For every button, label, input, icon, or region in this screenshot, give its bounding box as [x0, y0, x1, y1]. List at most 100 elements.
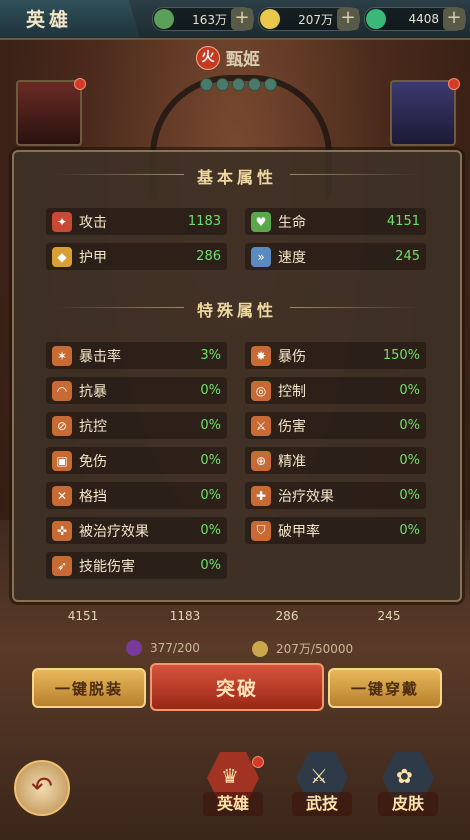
resource-gem: 163万 + — [152, 7, 254, 31]
stat-label: 精准 — [278, 453, 306, 470]
stat-label: 暴伤 — [278, 348, 306, 365]
stat-label: 格挡 — [79, 488, 107, 505]
cost-coin-value: 207万/50000 — [276, 642, 354, 656]
spiral-icon: ◎ — [251, 380, 271, 401]
stat-block: ✕ 格挡 0% — [46, 482, 227, 509]
stat-label: 治疗效果 — [278, 488, 334, 505]
bell-icon: ▣ — [52, 450, 72, 471]
stat-label: 暴击率 — [79, 348, 121, 365]
stat-skill-damage: ➶ 技能伤害 0% — [46, 552, 227, 579]
stat-hp: ♥ 生命 4151 — [245, 208, 426, 235]
ring-icon: ⊘ — [52, 415, 72, 436]
boot-icon: » — [251, 246, 271, 267]
stat-label: 技能伤害 — [79, 558, 135, 575]
stat-value: 0% — [200, 558, 221, 573]
tab-skins[interactable]: ✿ 皮肤 — [378, 752, 438, 822]
stat-damage-reduction: ▣ 免伤 0% — [46, 447, 227, 474]
stat-summary-strip: 4151 1183 286 245 — [32, 602, 440, 630]
tab-skins-label: 皮肤 — [378, 792, 438, 816]
shield-icon: ◆ — [52, 246, 72, 267]
stat-value: 0% — [200, 418, 221, 433]
unequip-all-button[interactable]: 一键脱装 — [32, 668, 146, 708]
stat-value: 0% — [399, 383, 420, 398]
add-gem-button[interactable]: + — [231, 8, 253, 30]
stat-value: 0% — [399, 418, 420, 433]
star-icon — [216, 78, 229, 91]
notification-dot — [448, 78, 460, 90]
summary-attack: 1183 — [169, 609, 201, 623]
stat-control-resist: ⊘ 抗控 0% — [46, 412, 227, 439]
stat-label: 生命 — [278, 214, 306, 231]
plus-icon: ✚ — [251, 485, 271, 506]
target-icon: ⊕ — [251, 450, 271, 471]
block-icon: ✕ — [52, 485, 72, 506]
helmet-icon: ♛ — [221, 764, 239, 788]
add-coin-button[interactable]: + — [337, 8, 359, 30]
tab-martial-skills[interactable]: ⚔ 武技 — [292, 752, 352, 822]
potion-icon: ♥ — [251, 211, 271, 232]
orb-icon — [126, 640, 142, 656]
stat-value: 0% — [200, 383, 221, 398]
coin-icon — [252, 640, 268, 657]
summary-speed: 245 — [377, 609, 401, 623]
broken-shield-icon: ⛉ — [251, 520, 271, 541]
notification-dot — [74, 78, 86, 90]
hero-name: 甄姬 — [226, 50, 260, 70]
page-title: 英雄 — [26, 9, 73, 31]
stat-label: 攻击 — [79, 214, 107, 231]
stat-value: 0% — [200, 523, 221, 538]
star-icon — [200, 78, 213, 91]
resource-coin: 207万 + — [258, 7, 360, 31]
breakthrough-button[interactable]: 突破 — [150, 663, 324, 711]
resource-jade: 4408 + — [364, 7, 466, 31]
top-bar: 英雄 163万 + 207万 + 4408 + — [0, 0, 470, 40]
arm-icon: ◠ — [52, 380, 72, 401]
cost-orb: 377/200 — [126, 640, 200, 656]
cost-coin: 207万/50000 — [252, 640, 353, 657]
add-jade-button[interactable]: + — [443, 8, 465, 30]
stat-crit-resist: ◠ 抗暴 0% — [46, 377, 227, 404]
stat-value: 0% — [399, 523, 420, 538]
stat-speed: » 速度 245 — [245, 243, 426, 270]
stat-value: 0% — [200, 453, 221, 468]
cost-orb-value: 377/200 — [150, 641, 200, 655]
stat-label: 抗控 — [79, 418, 107, 435]
stat-label: 免伤 — [79, 453, 107, 470]
stat-damage: ⚔ 伤害 0% — [245, 412, 426, 439]
equip-all-button[interactable]: 一键穿戴 — [328, 668, 442, 708]
stat-label: 控制 — [278, 383, 306, 400]
crit-icon: ✶ — [52, 345, 72, 366]
stat-label: 被治疗效果 — [79, 523, 149, 540]
gem-icon — [154, 9, 174, 29]
divider — [290, 174, 420, 175]
heal-icon: ✜ — [52, 520, 72, 541]
prev-hero-portrait[interactable] — [16, 80, 82, 146]
stat-healing-received: ✜ 被治疗效果 0% — [46, 517, 227, 544]
star-icon — [248, 78, 261, 91]
hero-name-row: 火 甄姬 — [196, 45, 260, 70]
attribute-panel: 基本属性 ✦ 攻击 1183 ♥ 生命 4151 ◆ 护甲 286 » 速度 2… — [12, 150, 462, 602]
back-button[interactable]: ↶ — [14, 760, 70, 816]
jade-icon — [366, 9, 386, 29]
star-icon — [232, 78, 245, 91]
blades-icon: ⚔ — [251, 415, 271, 436]
lotus-icon: ✿ — [396, 764, 413, 788]
stat-value: 150% — [382, 348, 420, 363]
notification-dot — [252, 756, 264, 768]
stat-value: 0% — [399, 453, 420, 468]
stat-label: 护甲 — [79, 249, 107, 266]
stat-label: 速度 — [278, 249, 306, 266]
tab-skills-label: 武技 — [292, 792, 352, 816]
stat-label: 伤害 — [278, 418, 306, 435]
coin-icon — [260, 9, 280, 29]
stat-label: 破甲率 — [278, 523, 320, 540]
stat-control: ◎ 控制 0% — [245, 377, 426, 404]
next-hero-portrait[interactable] — [390, 80, 456, 146]
stat-healing: ✚ 治疗效果 0% — [245, 482, 426, 509]
sword-icon: ✦ — [52, 211, 72, 232]
stat-attack: ✦ 攻击 1183 — [46, 208, 227, 235]
burst-icon: ✸ — [251, 345, 271, 366]
stat-value: 0% — [200, 488, 221, 503]
divider — [290, 307, 420, 308]
star-icon — [264, 78, 277, 91]
